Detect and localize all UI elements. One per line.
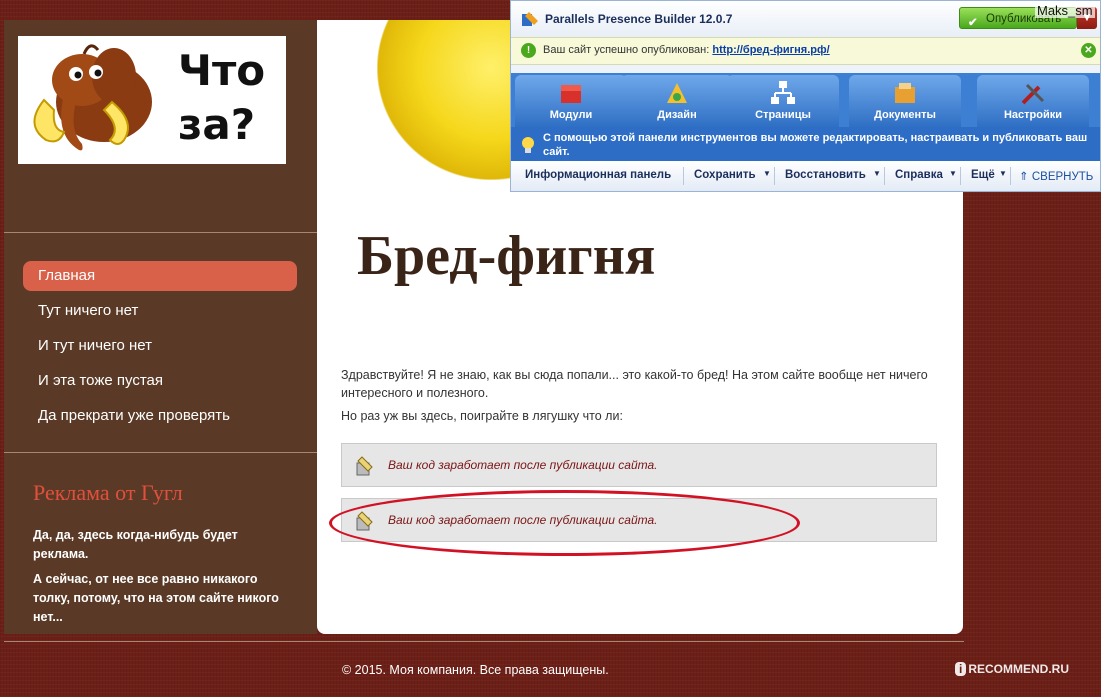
status-message: Ваш сайт успешно опубликован: — [543, 44, 710, 56]
toolbar-separator — [884, 167, 885, 185]
status-text: Ваш сайт успешно опубликован: http://бре… — [543, 44, 830, 56]
help-button[interactable]: Справка — [895, 169, 943, 181]
logo-text: Что за? — [178, 44, 286, 152]
pages-icon — [771, 81, 795, 104]
logo-text-line1: Что — [178, 46, 266, 95]
status-bar: ! Ваш сайт успешно опубликован: http://б… — [511, 37, 1100, 65]
chevron-down-icon[interactable]: ▼ — [949, 169, 957, 178]
mammoth-logo-icon — [33, 44, 152, 151]
panel-tabs: Модули Дизайн Страницы Документы Настрой… — [511, 73, 1100, 127]
divider — [4, 232, 317, 233]
tab-label: Дизайн — [657, 109, 697, 121]
nav-item-home[interactable]: Главная — [23, 261, 297, 291]
code-placeholder-box: Ваш код заработает после публикации сайт… — [341, 443, 937, 487]
ad-text-1: Да, да, здесь когда-нибудь будет реклама… — [33, 528, 238, 561]
toolbar-separator — [1010, 167, 1011, 185]
tab-design[interactable]: Дизайн — [621, 75, 733, 127]
site-link[interactable]: http://бред-фигня.рф/ — [712, 44, 829, 56]
tab-settings[interactable]: Настройки — [977, 75, 1089, 127]
chevron-down-icon[interactable]: ▼ — [873, 169, 881, 178]
toolbar-separator — [960, 167, 961, 185]
more-button[interactable]: Ещё — [971, 169, 995, 181]
highlight-ellipse — [329, 490, 800, 556]
tab-label: Настройки — [1003, 109, 1063, 121]
tab-pages[interactable]: Страницы — [727, 75, 839, 127]
tab-label: Модули — [549, 109, 593, 121]
page-title: Бред-фигня — [357, 225, 656, 287]
panel-title-bar: Parallels Presence Builder 12.0.7 ✔ Опуб… — [511, 1, 1100, 37]
toolbar-separator — [683, 167, 684, 185]
save-button[interactable]: Сохранить — [694, 169, 756, 181]
documents-icon — [895, 83, 915, 103]
info-text: С помощью этой панели инструментов вы мо… — [543, 132, 1088, 158]
game-paragraph: Но раз уж вы здесь, поиграйте в лягушку … — [341, 409, 623, 423]
chevron-down-icon[interactable]: ▼ — [999, 169, 1007, 178]
intro-paragraph: Здравствуйте! Я не знаю, как вы сюда поп… — [341, 368, 928, 400]
ad-text-2: А сейчас, от нее все равно никакого толк… — [33, 572, 279, 624]
collapse-icon: ⇑ — [1019, 171, 1029, 183]
modules-icon — [561, 85, 581, 103]
builder-panel: Parallels Presence Builder 12.0.7 ✔ Опуб… — [510, 0, 1101, 192]
tab-documents[interactable]: Документы — [849, 75, 961, 127]
nav-item-stop-checking[interactable]: Да прекрати уже проверять — [23, 401, 297, 431]
info-panel-button[interactable]: Информационная панель — [525, 169, 671, 181]
parallels-logo-icon — [522, 12, 538, 26]
success-icon: ! — [521, 43, 536, 58]
logo-text-line2: за? — [178, 100, 256, 149]
settings-icon — [1021, 83, 1045, 105]
restore-button[interactable]: Восстановить — [785, 169, 866, 181]
tab-label: Документы — [874, 109, 936, 121]
panel-title: Parallels Presence Builder 12.0.7 — [545, 12, 733, 26]
divider — [4, 452, 317, 453]
close-icon[interactable]: ✕ — [1081, 43, 1096, 58]
left-column: Что за? Главная Тут ничего нет И тут нич… — [4, 20, 317, 634]
site-logo[interactable]: Что за? — [18, 36, 286, 164]
footer-copyright: © 2015. Моя компания. Все права защищены… — [342, 663, 609, 677]
watermark: i RECOMMEND.RU — [955, 662, 1069, 676]
toolbar-separator — [774, 167, 775, 185]
watermark-text: RECOMMEND.RU — [968, 662, 1070, 676]
design-icon — [667, 83, 687, 103]
chevron-down-icon[interactable]: ▼ — [763, 169, 771, 178]
code-module-icon — [356, 456, 373, 476]
divider — [4, 641, 964, 642]
panel-toolbar: Информационная панель Сохранить ▼ Восста… — [511, 161, 1100, 191]
tab-label: Страницы — [755, 109, 811, 121]
tab-modules[interactable]: Модули — [515, 75, 627, 127]
info-bar: С помощью этой панели инструментов вы мо… — [511, 127, 1100, 161]
nav-item-also-empty[interactable]: И эта тоже пустая — [23, 366, 297, 396]
checkmark-icon: ✔ — [968, 17, 978, 29]
collapse-label: СВЕРНУТЬ — [1031, 171, 1094, 183]
nav-item-nothing-here[interactable]: Тут ничего нет — [23, 296, 297, 326]
watermark-badge: i — [955, 662, 967, 676]
collapse-button[interactable]: ⇑ СВЕРНУТЬ — [1019, 169, 1093, 183]
code-placeholder-text: Ваш код заработает после публикации сайт… — [388, 458, 658, 472]
ad-title: Реклама от Гугл — [33, 480, 183, 505]
nav-item-nothing-here-too[interactable]: И тут ничего нет — [23, 331, 297, 361]
user-name: Maks_sm — [1035, 3, 1095, 18]
lightbulb-icon — [522, 137, 534, 153]
